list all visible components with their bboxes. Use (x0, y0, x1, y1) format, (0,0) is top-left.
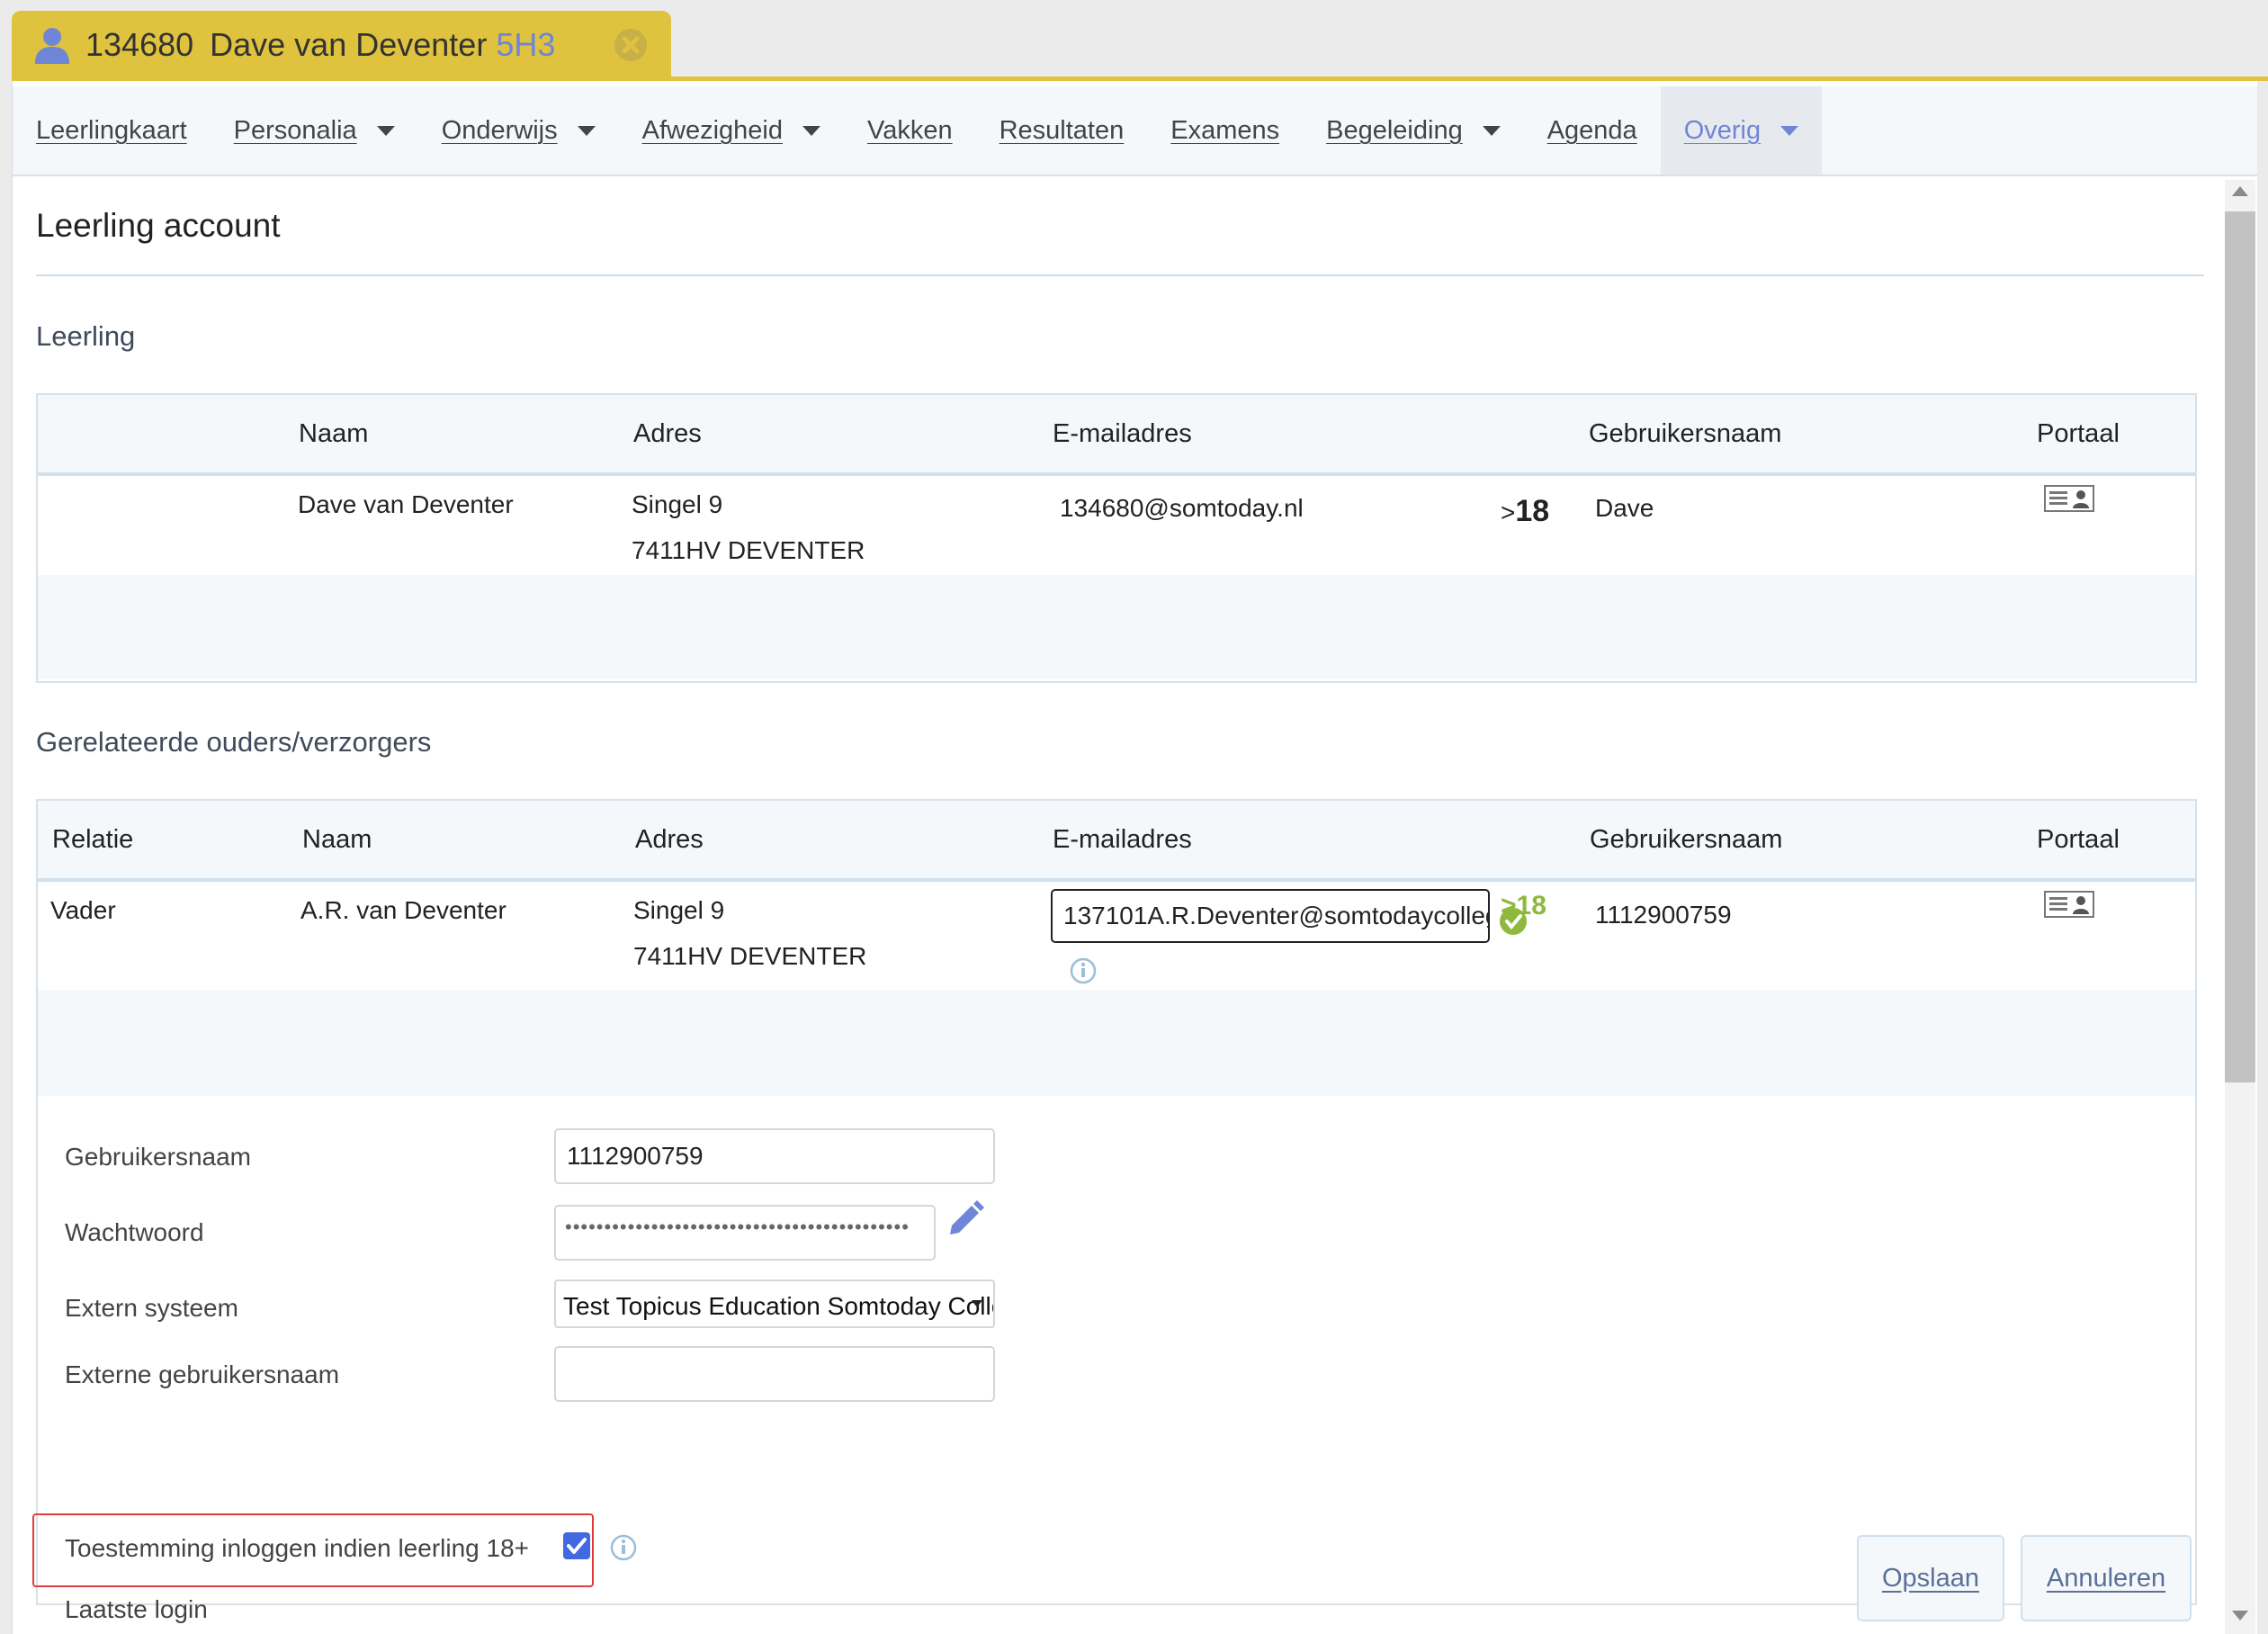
col-gebruikersnaam: Gebruikersnaam (1589, 419, 1782, 448)
nav-label: Overig (1683, 115, 1762, 145)
nav-label: Leerlingkaart (36, 115, 187, 145)
nav-label: Examens (1170, 115, 1280, 145)
nav-label: Onderwijs (441, 115, 558, 145)
consent-checkbox[interactable] (563, 1532, 590, 1559)
main-panel: Leerlingkaart Personalia Onderwijs Afwez… (12, 81, 2257, 1634)
nav-item-begeleiding[interactable]: Begeleiding (1303, 86, 1524, 175)
chevron-down-icon (972, 1300, 982, 1307)
col-email: E-mailadres (1053, 419, 1192, 448)
id-card-icon[interactable] (2044, 485, 2094, 512)
green-check-icon: >18 (1500, 891, 1546, 935)
caret-down-icon (376, 125, 395, 136)
password-mask: ••••••••••••••••••••••••••••••••••••••••… (565, 1216, 910, 1238)
row-detail-band (38, 575, 2195, 679)
col-adres: Adres (635, 825, 704, 854)
page-title: Leerling account (36, 207, 281, 244)
title-divider (36, 274, 2204, 276)
save-button[interactable]: Opslaan (1857, 1535, 2004, 1621)
id-card-icon[interactable] (2044, 891, 2094, 918)
student-table: Naam Adres E-mailadres Gebruikersnaam Po… (36, 393, 2197, 683)
age-badge: >18 (1501, 494, 1549, 529)
parent-adres-line2: 7411HV DEVENTER (633, 942, 867, 970)
externe-gebruikersnaam-label: Externe gebruikersnaam (65, 1360, 340, 1388)
section-title-parents: Gerelateerde ouders/verzorgers (36, 726, 432, 758)
caret-down-icon (1482, 125, 1501, 136)
col-adres: Adres (633, 419, 702, 448)
parent-adres-line1: Singel 9 (633, 896, 725, 924)
caret-down-icon (1780, 125, 1799, 136)
wachtwoord-label: Wachtwoord (65, 1218, 204, 1246)
table-header: Naam Adres E-mailadres Gebruikersnaam Po… (38, 395, 2195, 476)
parent-relatie: Vader (50, 896, 116, 924)
student-class: 5H3 (496, 26, 556, 63)
col-relatie: Relatie (52, 825, 134, 854)
info-icon[interactable] (1070, 957, 1097, 984)
scroll-down-icon[interactable] (2232, 1611, 2248, 1621)
nav-item-resultaten[interactable]: Resultaten (976, 86, 1148, 175)
nav-label: Afwezigheid (641, 115, 783, 145)
student-number: 134680 (85, 26, 194, 63)
nav-label: Agenda (1546, 115, 1637, 145)
consent-label: Toestemming inloggen indien leerling 18+ (65, 1534, 530, 1562)
close-circle-icon[interactable] (614, 28, 648, 62)
row-detail-band (38, 990, 2195, 1096)
extern-systeem-value: Test Topicus Education Somtoday College (563, 1292, 995, 1320)
scroll-up-icon[interactable] (2232, 186, 2248, 196)
student-tab[interactable]: 134680 Dave van Deventer 5H3 (12, 11, 671, 79)
section-title-leerling: Leerling (36, 320, 136, 352)
scrollbar-thumb[interactable] (2225, 211, 2255, 1082)
info-icon[interactable] (610, 1534, 637, 1561)
parent-email-input[interactable] (1051, 889, 1490, 943)
col-naam: Naam (299, 419, 369, 448)
nav-item-examens[interactable]: Examens (1147, 86, 1303, 175)
wachtwoord-input[interactable]: ••••••••••••••••••••••••••••••••••••••••… (554, 1205, 936, 1261)
nav-item-onderwijs[interactable]: Onderwijs (418, 86, 619, 175)
student-name: Dave van Deventer (210, 26, 488, 63)
pencil-icon[interactable] (945, 1200, 984, 1240)
gebruikersnaam-input[interactable] (554, 1128, 995, 1184)
nav-item-vakken[interactable]: Vakken (844, 86, 976, 175)
nav-label: Personalia (233, 115, 357, 145)
student-email: 134680@somtoday.nl (1060, 494, 1304, 522)
extern-systeem-label: Extern systeem (65, 1294, 238, 1322)
gebruikersnaam-label: Gebruikersnaam (65, 1143, 251, 1171)
nav-label: Begeleiding (1326, 115, 1463, 145)
student-adres-line2: 7411HV DEVENTER (632, 536, 865, 564)
age-badge-prefix: > (1501, 498, 1516, 526)
student-naam: Dave van Deventer (298, 490, 514, 518)
student-adres-line1: Singel 9 (632, 490, 723, 518)
col-portaal: Portaal (2037, 825, 2120, 854)
nav-label: Vakken (867, 115, 953, 145)
table-header: Relatie Naam Adres E-mailadres Gebruiker… (38, 801, 2195, 882)
col-gebruikersnaam: Gebruikersnaam (1590, 825, 1783, 854)
col-naam: Naam (302, 825, 372, 854)
nav-item-leerlingkaart[interactable]: Leerlingkaart (13, 86, 211, 175)
caret-down-icon (577, 125, 596, 136)
parents-table: Relatie Naam Adres E-mailadres Gebruiker… (32, 799, 2197, 1623)
externe-gebruikersnaam-input[interactable] (554, 1346, 995, 1402)
nav-item-agenda[interactable]: Agenda (1524, 86, 1661, 175)
person-icon (35, 28, 69, 64)
col-email: E-mailadres (1053, 825, 1192, 854)
age-badge-number: 18 (1515, 494, 1550, 528)
nav-bar: Leerlingkaart Personalia Onderwijs Afwez… (13, 86, 2257, 176)
nav-item-afwezigheid[interactable]: Afwezigheid (619, 86, 844, 175)
parent-naam: A.R. van Deventer (300, 896, 506, 924)
check-icon (567, 1538, 587, 1554)
nav-item-overig[interactable]: Overig (1660, 86, 1823, 175)
student-gebruikersnaam: Dave (1595, 494, 1654, 522)
parent-gebruikersnaam: 1112900759 (1595, 901, 1732, 929)
nav-label: Resultaten (999, 115, 1125, 145)
nav-item-personalia[interactable]: Personalia (211, 86, 418, 175)
laatste-login-label: Laatste login (65, 1595, 208, 1623)
cancel-button[interactable]: Annuleren (2021, 1535, 2192, 1621)
col-portaal: Portaal (2037, 419, 2120, 448)
caret-down-icon (802, 125, 820, 136)
extern-systeem-select[interactable]: Test Topicus Education Somtoday College (554, 1279, 995, 1328)
